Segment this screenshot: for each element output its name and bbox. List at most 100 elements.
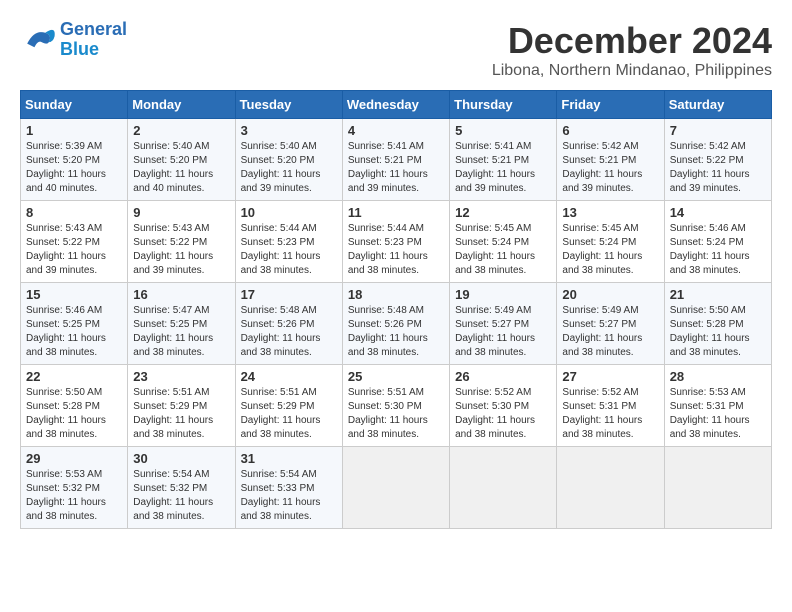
- day-number: 1: [26, 123, 122, 138]
- sunrise-label: Sunrise: 5:53 AM: [670, 387, 746, 398]
- daylight-label: Daylight: 11 hours and 38 minutes.: [455, 415, 535, 440]
- sunset-label: Sunset: 5:21 PM: [348, 155, 422, 166]
- header-row: Sunday Monday Tuesday Wednesday Thursday…: [21, 91, 772, 119]
- day-number: 10: [241, 205, 337, 220]
- day-number: 13: [562, 205, 658, 220]
- calendar-table: Sunday Monday Tuesday Wednesday Thursday…: [20, 90, 772, 529]
- daylight-label: Daylight: 11 hours and 38 minutes.: [670, 251, 750, 276]
- table-row: 7 Sunrise: 5:42 AM Sunset: 5:22 PM Dayli…: [664, 119, 771, 201]
- daylight-label: Daylight: 11 hours and 39 minutes.: [670, 169, 750, 194]
- table-row: 8 Sunrise: 5:43 AM Sunset: 5:22 PM Dayli…: [21, 201, 128, 283]
- daylight-label: Daylight: 11 hours and 38 minutes.: [670, 333, 750, 358]
- day-number: 7: [670, 123, 766, 138]
- day-number: 28: [670, 369, 766, 384]
- sunset-label: Sunset: 5:26 PM: [241, 319, 315, 330]
- sunrise-label: Sunrise: 5:52 AM: [562, 387, 638, 398]
- sunset-label: Sunset: 5:22 PM: [133, 237, 207, 248]
- sunset-label: Sunset: 5:32 PM: [133, 483, 207, 494]
- calendar-week-4: 22 Sunrise: 5:50 AM Sunset: 5:28 PM Dayl…: [21, 365, 772, 447]
- day-number: 25: [348, 369, 444, 384]
- sunrise-label: Sunrise: 5:51 AM: [133, 387, 209, 398]
- sunrise-label: Sunrise: 5:42 AM: [562, 141, 638, 152]
- daylight-label: Daylight: 11 hours and 38 minutes.: [133, 415, 213, 440]
- table-row: 4 Sunrise: 5:41 AM Sunset: 5:21 PM Dayli…: [342, 119, 449, 201]
- table-row: 16 Sunrise: 5:47 AM Sunset: 5:25 PM Dayl…: [128, 283, 235, 365]
- sunrise-label: Sunrise: 5:48 AM: [348, 305, 424, 316]
- day-number: 2: [133, 123, 229, 138]
- sunset-label: Sunset: 5:30 PM: [348, 401, 422, 412]
- day-info: Sunrise: 5:46 AM Sunset: 5:24 PM Dayligh…: [670, 222, 766, 278]
- daylight-label: Daylight: 11 hours and 38 minutes.: [26, 333, 106, 358]
- daylight-label: Daylight: 11 hours and 38 minutes.: [133, 333, 213, 358]
- day-info: Sunrise: 5:39 AM Sunset: 5:20 PM Dayligh…: [26, 140, 122, 196]
- day-number: 20: [562, 287, 658, 302]
- table-row: 20 Sunrise: 5:49 AM Sunset: 5:27 PM Dayl…: [557, 283, 664, 365]
- daylight-label: Daylight: 11 hours and 38 minutes.: [455, 333, 535, 358]
- col-tuesday: Tuesday: [235, 91, 342, 119]
- day-info: Sunrise: 5:40 AM Sunset: 5:20 PM Dayligh…: [133, 140, 229, 196]
- day-info: Sunrise: 5:43 AM Sunset: 5:22 PM Dayligh…: [133, 222, 229, 278]
- table-row: [450, 447, 557, 529]
- table-row: 3 Sunrise: 5:40 AM Sunset: 5:20 PM Dayli…: [235, 119, 342, 201]
- sunrise-label: Sunrise: 5:46 AM: [670, 223, 746, 234]
- day-number: 12: [455, 205, 551, 220]
- daylight-label: Daylight: 11 hours and 38 minutes.: [562, 415, 642, 440]
- sunset-label: Sunset: 5:31 PM: [562, 401, 636, 412]
- day-number: 15: [26, 287, 122, 302]
- table-row: 9 Sunrise: 5:43 AM Sunset: 5:22 PM Dayli…: [128, 201, 235, 283]
- daylight-label: Daylight: 11 hours and 38 minutes.: [26, 415, 106, 440]
- day-number: 18: [348, 287, 444, 302]
- sunset-label: Sunset: 5:27 PM: [455, 319, 529, 330]
- table-row: 19 Sunrise: 5:49 AM Sunset: 5:27 PM Dayl…: [450, 283, 557, 365]
- day-info: Sunrise: 5:40 AM Sunset: 5:20 PM Dayligh…: [241, 140, 337, 196]
- table-row: [664, 447, 771, 529]
- daylight-label: Daylight: 11 hours and 38 minutes.: [348, 251, 428, 276]
- day-info: Sunrise: 5:43 AM Sunset: 5:22 PM Dayligh…: [26, 222, 122, 278]
- day-info: Sunrise: 5:45 AM Sunset: 5:24 PM Dayligh…: [455, 222, 551, 278]
- sunrise-label: Sunrise: 5:49 AM: [455, 305, 531, 316]
- table-row: 1 Sunrise: 5:39 AM Sunset: 5:20 PM Dayli…: [21, 119, 128, 201]
- sunset-label: Sunset: 5:25 PM: [133, 319, 207, 330]
- title-section: December 2024 Libona, Northern Mindanao,…: [492, 20, 772, 80]
- table-row: 12 Sunrise: 5:45 AM Sunset: 5:24 PM Dayl…: [450, 201, 557, 283]
- sunset-label: Sunset: 5:23 PM: [241, 237, 315, 248]
- daylight-label: Daylight: 11 hours and 40 minutes.: [133, 169, 213, 194]
- sunset-label: Sunset: 5:33 PM: [241, 483, 315, 494]
- daylight-label: Daylight: 11 hours and 39 minutes.: [562, 169, 642, 194]
- table-row: 13 Sunrise: 5:45 AM Sunset: 5:24 PM Dayl…: [557, 201, 664, 283]
- page-header: General Blue December 2024 Libona, North…: [20, 20, 772, 80]
- daylight-label: Daylight: 11 hours and 39 minutes.: [348, 169, 428, 194]
- day-number: 23: [133, 369, 229, 384]
- day-info: Sunrise: 5:46 AM Sunset: 5:25 PM Dayligh…: [26, 304, 122, 360]
- daylight-label: Daylight: 11 hours and 40 minutes.: [26, 169, 106, 194]
- daylight-label: Daylight: 11 hours and 38 minutes.: [562, 251, 642, 276]
- day-number: 31: [241, 451, 337, 466]
- table-row: [557, 447, 664, 529]
- day-number: 27: [562, 369, 658, 384]
- table-row: 2 Sunrise: 5:40 AM Sunset: 5:20 PM Dayli…: [128, 119, 235, 201]
- daylight-label: Daylight: 11 hours and 39 minutes.: [241, 169, 321, 194]
- day-number: 4: [348, 123, 444, 138]
- sunrise-label: Sunrise: 5:50 AM: [670, 305, 746, 316]
- day-number: 6: [562, 123, 658, 138]
- day-number: 3: [241, 123, 337, 138]
- col-friday: Friday: [557, 91, 664, 119]
- sunrise-label: Sunrise: 5:40 AM: [241, 141, 317, 152]
- table-row: 10 Sunrise: 5:44 AM Sunset: 5:23 PM Dayl…: [235, 201, 342, 283]
- sunrise-label: Sunrise: 5:44 AM: [348, 223, 424, 234]
- sunrise-label: Sunrise: 5:45 AM: [455, 223, 531, 234]
- table-row: 30 Sunrise: 5:54 AM Sunset: 5:32 PM Dayl…: [128, 447, 235, 529]
- sunrise-label: Sunrise: 5:52 AM: [455, 387, 531, 398]
- table-row: 21 Sunrise: 5:50 AM Sunset: 5:28 PM Dayl…: [664, 283, 771, 365]
- day-info: Sunrise: 5:47 AM Sunset: 5:25 PM Dayligh…: [133, 304, 229, 360]
- day-number: 9: [133, 205, 229, 220]
- sunset-label: Sunset: 5:27 PM: [562, 319, 636, 330]
- daylight-label: Daylight: 11 hours and 38 minutes.: [455, 251, 535, 276]
- day-number: 29: [26, 451, 122, 466]
- logo-icon: [20, 22, 56, 58]
- day-number: 22: [26, 369, 122, 384]
- table-row: 11 Sunrise: 5:44 AM Sunset: 5:23 PM Dayl…: [342, 201, 449, 283]
- daylight-label: Daylight: 11 hours and 38 minutes.: [133, 497, 213, 522]
- daylight-label: Daylight: 11 hours and 38 minutes.: [562, 333, 642, 358]
- day-info: Sunrise: 5:45 AM Sunset: 5:24 PM Dayligh…: [562, 222, 658, 278]
